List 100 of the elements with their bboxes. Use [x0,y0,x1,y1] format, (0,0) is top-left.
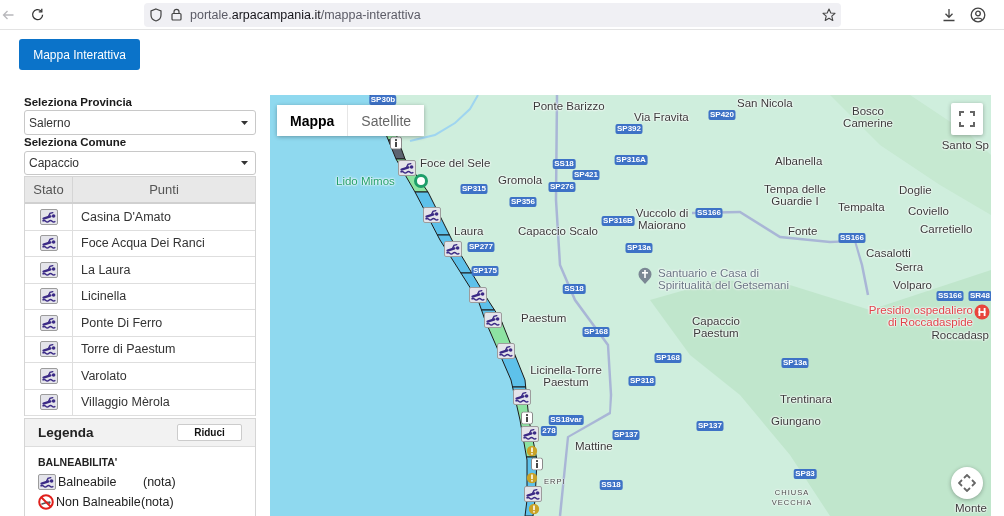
place-label: Fonte [788,225,818,237]
fullscreen-icon [959,111,975,127]
swimmer-icon [39,314,58,331]
swimmer-icon [39,235,58,252]
swimmer-marker-icon[interactable] [469,287,487,303]
table-cell[interactable]: Ponte Di Ferro [73,310,255,336]
table-cell[interactable]: Varolato [73,363,255,389]
url-text: portale.arpacampania.it/mappa-interattiva [190,7,421,22]
road-shield: SP316B [601,216,635,226]
swimmer-marker-icon[interactable] [497,343,515,359]
place-label: Laura [454,225,484,237]
road-shield: SS166 [838,233,866,243]
place-label: Gromola [498,174,543,186]
road-shield: SP420 [708,110,736,120]
swimmer-marker-icon[interactable] [444,241,462,257]
road-shield: SP276 [548,182,576,192]
swimmer-icon [39,341,58,358]
table-cell[interactable]: Licinella [73,283,255,309]
swimmer-marker-icon[interactable] [423,207,441,223]
dropdown[interactable]: Salerno [24,110,256,135]
place-label: Capaccio Paestum [692,314,740,339]
place-label: Bosco Camerine [843,104,893,129]
account-icon [970,6,986,23]
note-text: (nota) [141,495,174,509]
no-swimming-icon [38,494,54,510]
download-icon [942,7,956,22]
caret-icon [241,161,248,165]
cross-pin-icon[interactable] [638,267,652,285]
road-shield: SS166 [936,291,964,301]
place-label: Licinella-Torre Paestum [530,364,602,388]
table-cell[interactable]: La Laura [73,257,255,283]
road-shield: SR48 [968,291,991,301]
field-label: Seleziona Provincia [24,95,133,109]
note-text: (nota) [143,475,176,489]
swimmer-icon [39,288,58,305]
map-type-tab[interactable]: Satellite [347,105,425,136]
place-label: Ponte Barizzo [533,100,605,112]
info-marker-icon[interactable] [521,411,533,425]
road-shield: SP421 [572,170,600,180]
place-label: Trentinara [780,393,832,405]
road-shield: SP277 [467,242,495,252]
warning-marker-icon[interactable] [526,472,538,484]
road-shield: SS18var [548,415,584,425]
place-label: Volparo [893,279,932,291]
warning-marker-icon[interactable] [526,445,538,457]
place-label: Tempa delle Guardie I [764,182,826,207]
reload-button[interactable] [29,6,45,23]
address-bar[interactable]: portale.arpacampania.it/mappa-interattiva [144,2,841,27]
interactive-map-button[interactable]: Mappa Interattiva [19,39,140,70]
shield-icon[interactable] [150,7,162,22]
swimmer-icon [39,261,58,278]
column-header[interactable]: Stato [25,177,73,202]
place-label: Coviello [908,205,949,217]
swimmer-icon [39,394,58,411]
road-shield: SP13a [625,243,653,253]
column-header[interactable]: Punti [73,177,255,202]
swimmer-marker-icon[interactable] [398,160,416,176]
info-marker-icon[interactable] [531,457,543,471]
place-label: Casalotti [866,247,911,259]
warning-marker-icon[interactable] [528,503,540,515]
section-heading: BALNEABILITA' [38,456,119,468]
swimmer-marker-icon[interactable] [513,389,531,405]
lock-icon[interactable] [171,8,182,21]
place-label: Vuccolo di Maiorano [635,206,689,231]
dropdown[interactable]: Capaccio [24,151,256,175]
table-cell[interactable]: Foce Acqua Dei Ranci [73,230,255,256]
road-shield: SP356 [509,197,537,207]
place-label: Foce del Sele [420,157,491,169]
map-type-tab[interactable]: Mappa [277,105,348,136]
download-button[interactable] [941,6,957,23]
place-label: Albanella [775,155,823,167]
road-shield: SP168 [582,327,610,337]
road-shield: 278 [540,426,558,436]
info-marker-icon[interactable] [390,136,402,150]
place-label: Serra [895,261,924,273]
fullscreen-button[interactable] [951,103,983,135]
swimmer-marker-icon[interactable] [524,486,542,502]
hospital-pin-icon[interactable] [974,304,990,320]
place-label: Tempalta [838,201,885,213]
table-cell[interactable]: Casina D'Amato [73,204,255,230]
table-cell[interactable]: Villaggio Mèrola [73,389,255,415]
road-shield: SP318 [628,376,656,386]
collapse-button[interactable]: Riduci [177,424,242,441]
back-arrow-icon [2,8,14,21]
place-label: Santo Sp [941,139,989,151]
road-shield: SP315 [460,184,488,194]
swimmer-marker-icon[interactable] [484,312,502,328]
place-label: Mattine [575,440,613,452]
table-cell[interactable]: Torre di Paestum [73,336,255,362]
swimmer-marker-icon[interactable] [521,426,539,442]
account-button[interactable] [970,6,986,23]
place-label: Monte [955,502,987,514]
road-shield: SP392 [615,124,643,134]
place-label: Roccadasp [931,329,989,341]
legend-label: Balneabile [58,475,118,489]
road-shield: SP137 [612,430,640,440]
road-shield: SP316A [614,155,648,165]
caret-icon [241,120,248,125]
star-icon[interactable] [822,7,836,22]
place-label: San Nicola [737,97,793,109]
